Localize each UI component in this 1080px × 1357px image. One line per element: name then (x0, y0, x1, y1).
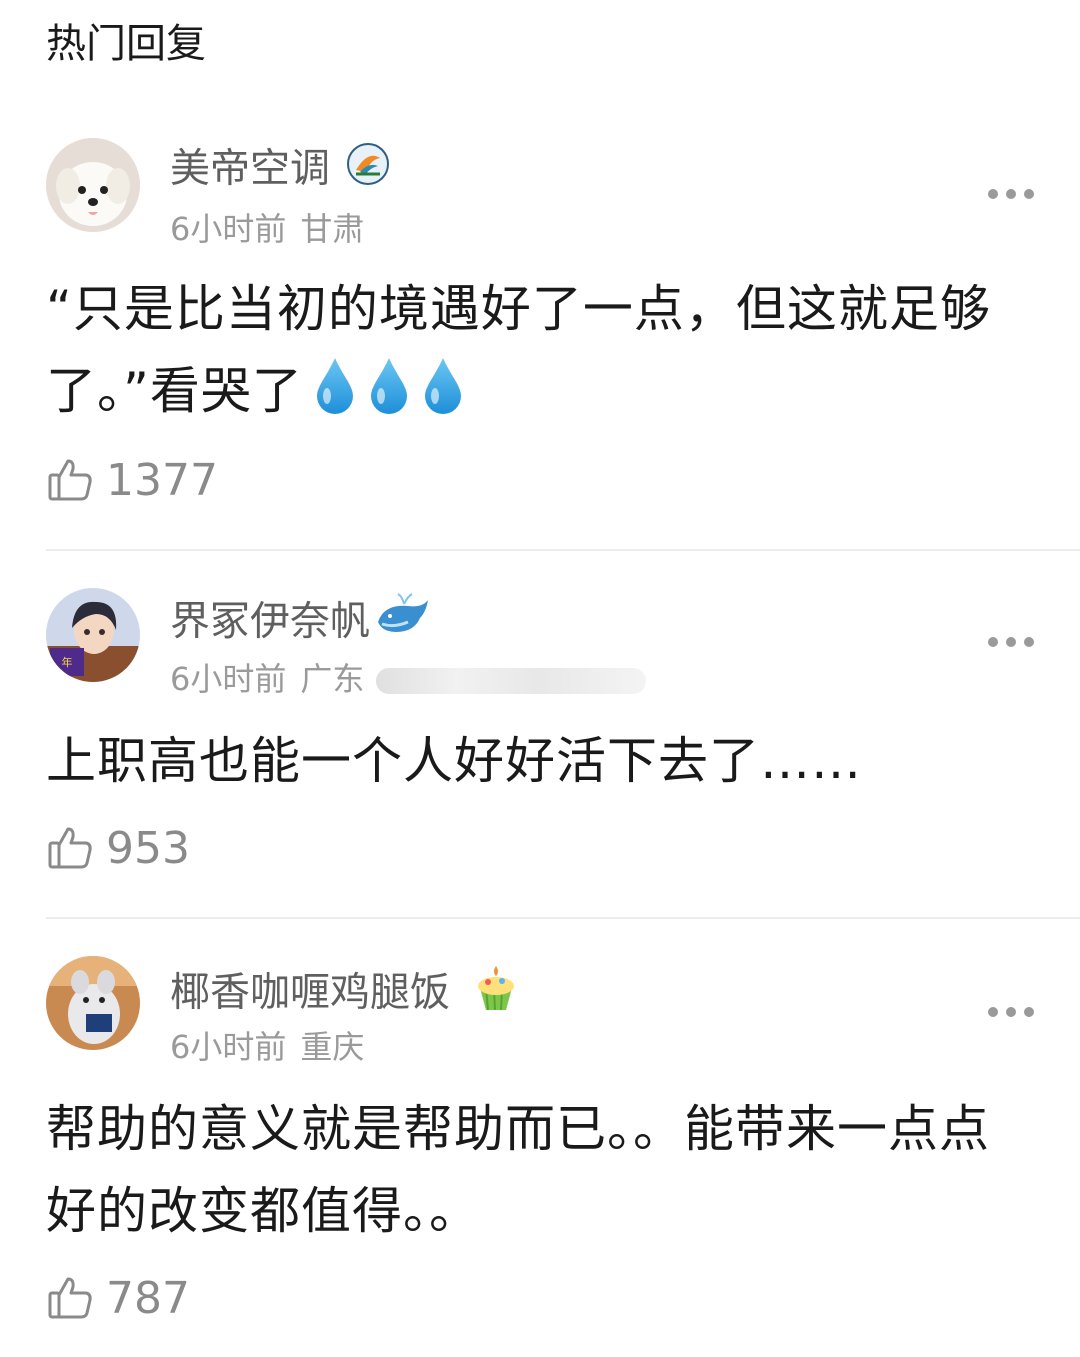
username[interactable]: 美帝空调 (170, 142, 390, 199)
like-count: 787 (106, 1273, 190, 1324)
like-button[interactable]: 953 (46, 824, 190, 874)
bird-of-paradise-badge-icon (346, 142, 390, 199)
whale-badge-icon (374, 592, 434, 655)
comment-time: 6小时前 (170, 210, 287, 248)
comment-text: 帮助的意义就是帮助而已。。能带来一点点好的改变都值得。。 (46, 1100, 990, 1240)
chinchilla-avatar-image (46, 956, 140, 1050)
cupcake-badge-icon (470, 962, 522, 1027)
svg-text:年: 年 (62, 655, 73, 669)
comment-meta: 6小时前 重庆 (170, 1026, 364, 1068)
comment-location: 重庆 (300, 1028, 365, 1066)
avatar[interactable] (46, 956, 140, 1050)
comment-text: 上职高也能一个人好好活下去了…… (46, 732, 862, 790)
blurred-content (376, 668, 647, 694)
avatar[interactable] (46, 138, 140, 232)
comment-text: “只是比当初的境遇好了一点，但这就足够了。”看哭了 (46, 268, 1036, 440)
comment-location: 甘肃 (300, 210, 365, 248)
like-button[interactable]: 787 (46, 1274, 190, 1324)
like-count: 953 (106, 823, 190, 874)
comment-time: 6小时前 (170, 660, 287, 698)
thumbs-up-icon (46, 1273, 94, 1325)
dog-avatar-image (46, 138, 140, 232)
comment-location: 广东 (300, 660, 365, 698)
section-title: 热门回复 (46, 21, 206, 67)
comment-time: 6小时前 (170, 1028, 287, 1066)
thumbs-up-icon (46, 455, 94, 507)
droplet-emoji (367, 356, 411, 440)
avatar[interactable]: 年 (46, 588, 140, 682)
divider (46, 549, 1080, 551)
more-options-icon[interactable] (988, 636, 1034, 648)
more-options-icon[interactable] (988, 1006, 1034, 1018)
like-button[interactable]: 1377 (46, 456, 218, 506)
comment-meta: 6小时前 广东 (170, 658, 647, 700)
username[interactable]: 界冢伊奈帆 (170, 592, 434, 655)
anime-boy-avatar-image: 年 (46, 588, 140, 682)
droplet-emoji (421, 356, 465, 440)
comment-meta: 6小时前 甘肃 (170, 208, 364, 250)
like-count: 1377 (106, 455, 218, 506)
thumbs-up-icon (46, 823, 94, 875)
username[interactable]: 椰香咖喱鸡腿饭 (170, 962, 522, 1027)
divider (46, 917, 1080, 919)
more-options-icon[interactable] (988, 188, 1034, 200)
droplet-emoji (313, 356, 357, 440)
